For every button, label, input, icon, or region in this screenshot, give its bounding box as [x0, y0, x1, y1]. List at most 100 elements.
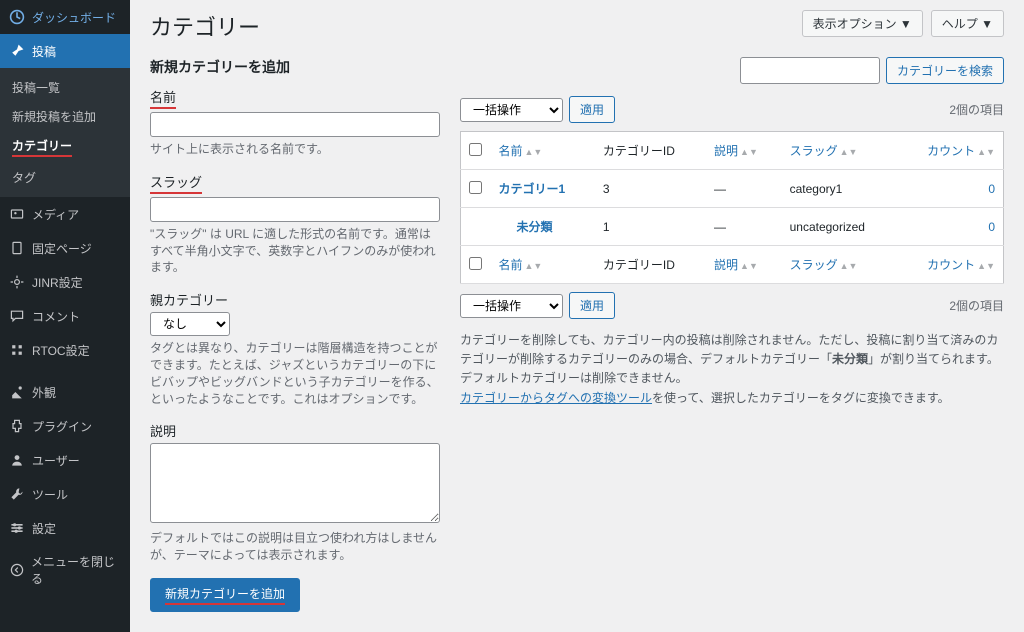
sidebar-item-collapse[interactable]: メニューを閉じる	[0, 545, 130, 595]
category-desc: —	[706, 170, 782, 208]
tool-icon	[8, 485, 26, 503]
col-id: カテゴリーID	[595, 246, 706, 284]
submenu-item-new-post[interactable]: 新規投稿を追加	[0, 102, 130, 131]
sort-icon: ▲▼	[525, 147, 543, 157]
parent-select[interactable]: なし	[150, 312, 230, 336]
category-name-link[interactable]: カテゴリー1	[499, 182, 566, 196]
desc-textarea[interactable]	[150, 443, 440, 523]
page-title: カテゴリー	[150, 10, 260, 42]
col-slug[interactable]: スラッグ▲▼	[782, 132, 897, 170]
collapse-icon	[8, 561, 25, 579]
sidebar-item-label: 投稿	[32, 43, 56, 60]
sort-icon: ▲▼	[740, 261, 758, 271]
col-id: カテゴリーID	[595, 132, 706, 170]
bulk-action-select-bottom[interactable]: 一括操作	[460, 294, 563, 318]
sidebar-item-label: JINR設定	[32, 274, 83, 291]
sort-icon: ▲▼	[740, 147, 758, 157]
col-name[interactable]: 名前▲▼	[491, 132, 595, 170]
search-input[interactable]	[740, 57, 880, 84]
comment-icon	[8, 307, 26, 325]
category-count-link[interactable]: 0	[988, 182, 995, 196]
sidebar-item-label: ツール	[32, 486, 68, 503]
sidebar-item-plugins[interactable]: プラグイン	[0, 409, 130, 443]
sidebar-item-rtoc[interactable]: RTOC設定	[0, 333, 130, 367]
admin-sidebar: ダッシュボード 投稿 投稿一覧 新規投稿を追加 カテゴリー タグ メディア 固定…	[0, 0, 130, 632]
gear-icon	[8, 273, 26, 291]
plugin-icon	[8, 417, 26, 435]
main-content: カテゴリー 表示オプション ▼ ヘルプ ▼ 新規カテゴリーを追加 名前 サイト上…	[130, 0, 1024, 632]
slug-label: スラッグ	[150, 172, 440, 194]
sort-icon: ▲▼	[977, 147, 995, 157]
category-slug: uncategorized	[782, 208, 897, 246]
sidebar-item-label: メニューを閉じる	[31, 553, 122, 587]
parent-label: 親カテゴリー	[150, 290, 440, 309]
col-slug[interactable]: スラッグ▲▼	[782, 246, 897, 284]
sidebar-item-label: コメント	[32, 308, 80, 325]
add-category-form: 新規カテゴリーを追加 名前 サイト上に表示される名前です。 スラッグ "スラッグ…	[150, 57, 440, 612]
search-button[interactable]: カテゴリーを検索	[886, 57, 1004, 84]
submenu-item-all-posts[interactable]: 投稿一覧	[0, 73, 130, 102]
dashboard-icon	[8, 8, 26, 26]
row-checkbox[interactable]	[469, 181, 482, 194]
sidebar-item-media[interactable]: メディア	[0, 197, 130, 231]
sidebar-item-label: 設定	[32, 520, 56, 537]
sidebar-item-comments[interactable]: コメント	[0, 299, 130, 333]
slug-help: "スラッグ" は URL に適した形式の名前です。通常はすべて半角小文字で、英数…	[150, 226, 440, 276]
converter-link[interactable]: カテゴリーからタグへの変換ツール	[460, 391, 652, 405]
sidebar-item-posts[interactable]: 投稿	[0, 34, 130, 68]
sidebar-item-label: ダッシュボード	[32, 9, 116, 26]
appearance-icon	[8, 383, 26, 401]
desc-label: 説明	[150, 421, 440, 440]
col-desc[interactable]: 説明▲▼	[706, 246, 782, 284]
table-row: 未分類 1 — uncategorized 0	[461, 208, 1004, 246]
sidebar-item-label: 外観	[32, 384, 56, 401]
category-id: 1	[595, 208, 706, 246]
help-button[interactable]: ヘルプ ▼	[931, 10, 1004, 37]
sidebar-item-jinr[interactable]: JINR設定	[0, 265, 130, 299]
sort-icon: ▲▼	[840, 147, 858, 157]
table-row: カテゴリー1 3 — category1 0	[461, 170, 1004, 208]
table-footer-row: 名前▲▼ カテゴリーID 説明▲▼ スラッグ▲▼ カウント▲▼	[461, 246, 1004, 284]
category-id: 3	[595, 170, 706, 208]
desc-help: デフォルトではこの説明は目立つ使われ方はしませんが、テーマによっては表示されます…	[150, 530, 440, 564]
sidebar-item-tools[interactable]: ツール	[0, 477, 130, 511]
parent-help: タグとは異なり、カテゴリーは階層構造を持つことができます。たとえば、ジャズという…	[150, 340, 440, 407]
submenu-item-tags[interactable]: タグ	[0, 163, 130, 192]
sidebar-item-label: ユーザー	[32, 452, 80, 469]
sidebar-item-label: 固定ページ	[32, 240, 92, 257]
pin-icon	[8, 42, 26, 60]
bulk-apply-button-bottom[interactable]: 適用	[569, 292, 615, 319]
sidebar-item-users[interactable]: ユーザー	[0, 443, 130, 477]
category-count-link[interactable]: 0	[988, 220, 995, 234]
sidebar-item-appearance[interactable]: 外観	[0, 375, 130, 409]
sort-icon: ▲▼	[840, 261, 858, 271]
category-name-link[interactable]: 未分類	[517, 220, 553, 234]
page-icon	[8, 239, 26, 257]
submenu-item-categories[interactable]: カテゴリー	[0, 131, 130, 163]
sidebar-item-settings[interactable]: 設定	[0, 511, 130, 545]
submit-button[interactable]: 新規カテゴリーを追加	[150, 578, 300, 612]
category-list: カテゴリーを検索 一括操作 適用 2個の項目 名前▲▼ カテゴリーID	[460, 57, 1004, 612]
col-name[interactable]: 名前▲▼	[491, 246, 595, 284]
table-header-row: 名前▲▼ カテゴリーID 説明▲▼ スラッグ▲▼ カウント▲▼	[461, 132, 1004, 170]
name-input[interactable]	[150, 112, 440, 137]
select-all-checkbox-bottom[interactable]	[469, 257, 482, 270]
col-count[interactable]: カウント▲▼	[897, 132, 1004, 170]
item-count-bottom: 2個の項目	[949, 297, 1004, 314]
settings-icon	[8, 519, 26, 537]
sidebar-item-pages[interactable]: 固定ページ	[0, 231, 130, 265]
slug-input[interactable]	[150, 197, 440, 222]
footer-note: カテゴリーを削除しても、カテゴリー内の投稿は削除されません。ただし、投稿に割り当…	[460, 331, 1004, 408]
select-all-checkbox-top[interactable]	[469, 143, 482, 156]
col-desc[interactable]: 説明▲▼	[706, 132, 782, 170]
sidebar-item-dashboard[interactable]: ダッシュボード	[0, 0, 130, 34]
col-count[interactable]: カウント▲▼	[897, 246, 1004, 284]
category-table: 名前▲▼ カテゴリーID 説明▲▼ スラッグ▲▼ カウント▲▼ カテゴリー1 3	[460, 131, 1004, 284]
bulk-apply-button-top[interactable]: 適用	[569, 96, 615, 123]
screen-options-button[interactable]: 表示オプション ▼	[802, 10, 923, 37]
sidebar-item-label: RTOC設定	[32, 342, 90, 359]
bulk-action-select-top[interactable]: 一括操作	[460, 98, 563, 122]
name-help: サイト上に表示される名前です。	[150, 141, 440, 158]
item-count-top: 2個の項目	[949, 101, 1004, 118]
gear-icon	[8, 341, 26, 359]
